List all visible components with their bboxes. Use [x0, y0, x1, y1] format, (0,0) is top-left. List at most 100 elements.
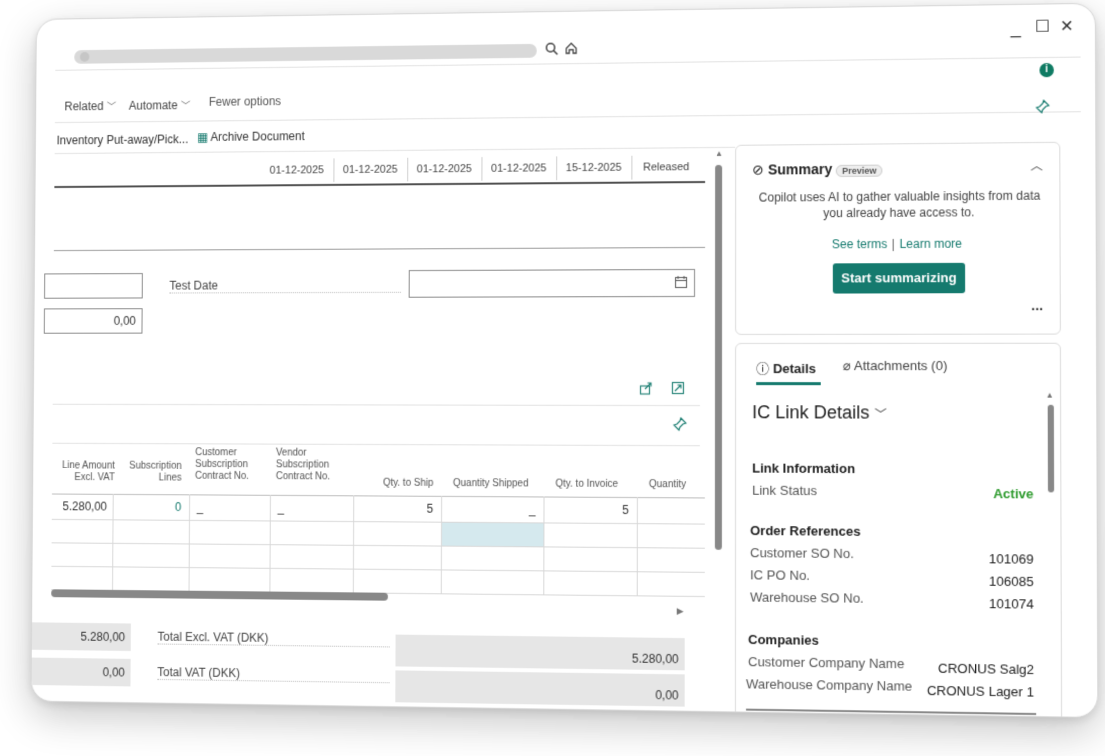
grid-line: [543, 496, 545, 595]
minimize-button[interactable]: _: [1011, 17, 1021, 38]
address-bar[interactable]: [74, 43, 537, 64]
tab-attachments-label: Attachments (0): [853, 357, 948, 374]
order-references-header: Order References: [750, 522, 861, 539]
pin-icon[interactable]: [1035, 99, 1049, 118]
total-vat-value: 0,00: [395, 670, 685, 707]
close-button[interactable]: ✕: [1060, 16, 1074, 36]
archive-document-label: Archive Document: [210, 129, 305, 144]
link-status-value: Active: [993, 485, 1034, 502]
divider: [54, 146, 736, 155]
factbox-title: IC Link Details: [752, 402, 870, 423]
total-left-1: 5.280,00: [31, 622, 131, 652]
maximize-button[interactable]: ☐: [1035, 17, 1050, 37]
menu-related-label: Related: [64, 99, 104, 114]
menu-related[interactable]: Related ﹀: [64, 98, 116, 113]
test-date-label: Test Date: [169, 278, 401, 294]
learn-more-link[interactable]: Learn more: [899, 237, 962, 251]
tab-details[interactable]: ⓘ Details: [756, 358, 816, 377]
date-cell: 01-12-2025: [407, 157, 483, 182]
companies-header: Companies: [748, 631, 819, 648]
customer-company-label: Customer Company Name: [748, 654, 905, 672]
copilot-icon: ⊘: [752, 161, 764, 178]
menu-automate[interactable]: Automate ﹀: [129, 97, 191, 112]
vertical-scrollbar[interactable]: [714, 164, 723, 550]
start-summarizing-button[interactable]: Start summarizing: [832, 262, 966, 294]
collapse-icon[interactable]: ︿: [1030, 157, 1042, 174]
summary-card: ⊘ Summary Preview ︿ Copilot uses AI to g…: [735, 141, 1061, 335]
home-icon[interactable]: [564, 41, 578, 58]
text-field[interactable]: [44, 273, 143, 299]
ic-po-value[interactable]: 106085: [989, 573, 1034, 589]
archive-document-action[interactable]: ▦ Archive Document: [197, 129, 305, 144]
factbox-title-dropdown[interactable]: IC Link Details ﹀: [752, 402, 887, 423]
qty-to-ship-cell[interactable]: 5: [359, 501, 434, 516]
chevron-down-icon: ﹀: [106, 102, 117, 113]
column-header[interactable]: Quantity: [649, 479, 705, 491]
customer-so-value[interactable]: 101069: [989, 551, 1034, 567]
fewer-options-button[interactable]: Fewer options: [209, 94, 281, 108]
selected-cell[interactable]: [441, 522, 544, 547]
link-status-label: Link Status: [752, 482, 818, 499]
customer-contract-cell[interactable]: _: [197, 500, 204, 514]
column-header[interactable]: Quantity Shipped: [453, 478, 546, 490]
lines-grid: Line Amount Excl. VAT Subscription Lines…: [32, 443, 705, 606]
info-icon[interactable]: i: [1039, 62, 1054, 78]
scroll-up-icon[interactable]: ▲: [1046, 391, 1054, 400]
warehouse-so-value[interactable]: 101074: [989, 596, 1034, 612]
site-info-icon[interactable]: [79, 51, 90, 62]
line-amount-cell[interactable]: 5.280,00: [58, 499, 107, 513]
column-header[interactable]: Line Amount Excl. VAT: [58, 460, 115, 484]
test-date-field[interactable]: [408, 268, 696, 298]
scroll-right-icon[interactable]: ▶: [677, 606, 684, 617]
column-header[interactable]: Customer Subscription Contract No.: [195, 447, 259, 483]
archive-icon: ▦: [197, 130, 209, 144]
pin-icon[interactable]: [673, 417, 687, 436]
date-cell: 01-12-2025: [260, 158, 335, 183]
preview-badge: Preview: [836, 164, 883, 177]
see-terms-link[interactable]: See terms: [832, 237, 887, 251]
scroll-up-icon[interactable]: ▲: [715, 149, 723, 158]
tab-attachments[interactable]: ⌀ Attachments (0): [843, 358, 947, 374]
column-header[interactable]: Subscription Lines: [122, 461, 182, 485]
inventory-putaway-action[interactable]: Inventory Put-away/Pick...: [57, 132, 189, 147]
total-vat-label: Total VAT (DKK): [157, 665, 390, 684]
paperclip-icon: ⌀: [843, 357, 851, 374]
vendor-contract-cell[interactable]: _: [278, 501, 285, 515]
share-icon[interactable]: [639, 381, 653, 400]
qty-to-invoice-cell[interactable]: 5: [551, 503, 629, 517]
calendar-icon[interactable]: [674, 275, 688, 292]
summary-description-line: Copilot uses AI to gather valuable insig…: [758, 188, 1041, 205]
link-separator: |: [891, 236, 895, 252]
amount-field[interactable]: 0,00: [43, 308, 143, 334]
more-options-button[interactable]: ...: [1031, 297, 1043, 313]
tab-details-label: Details: [772, 361, 816, 377]
column-header[interactable]: Qty. to Invoice: [555, 479, 644, 491]
warehouse-company-value: CRONUS Lager 1: [926, 682, 1035, 700]
grid-line: [51, 542, 705, 549]
grid-line: [51, 565, 705, 573]
title-bar: _ ☐ ✕: [37, 4, 1096, 64]
summary-title: Summary: [767, 160, 833, 178]
grid-line: [51, 518, 705, 525]
subscription-lines-cell[interactable]: 0: [122, 500, 181, 514]
header-date-strip: 01-12-2025 01-12-2025 01-12-2025 01-12-2…: [260, 155, 711, 184]
customer-so-label: Customer SO No.: [750, 545, 854, 562]
menu-automate-label: Automate: [128, 98, 178, 113]
active-tab-indicator: [756, 382, 821, 386]
expand-icon[interactable]: [671, 381, 685, 400]
divider: [52, 403, 700, 407]
chevron-down-icon: ﹀: [180, 101, 191, 113]
warehouse-company-label: Warehouse Company Name: [746, 676, 913, 694]
factbox-scrollbar[interactable]: [1047, 404, 1055, 493]
warehouse-so-label: Warehouse SO No.: [750, 589, 864, 606]
column-header[interactable]: Qty. to Ship: [359, 478, 433, 490]
total-excl-vat-label: Total Excl. VAT (DKK): [157, 629, 390, 648]
grid-line: [636, 497, 638, 596]
quantity-shipped-cell[interactable]: _: [453, 502, 536, 516]
section-divider: [53, 246, 706, 252]
grid-line: [51, 493, 705, 499]
summary-header: ⊘ Summary Preview: [752, 161, 883, 179]
search-icon[interactable]: [545, 42, 559, 59]
ic-po-label: IC PO No.: [750, 567, 810, 583]
column-header[interactable]: Vendor Subscription Contract No.: [276, 448, 344, 484]
